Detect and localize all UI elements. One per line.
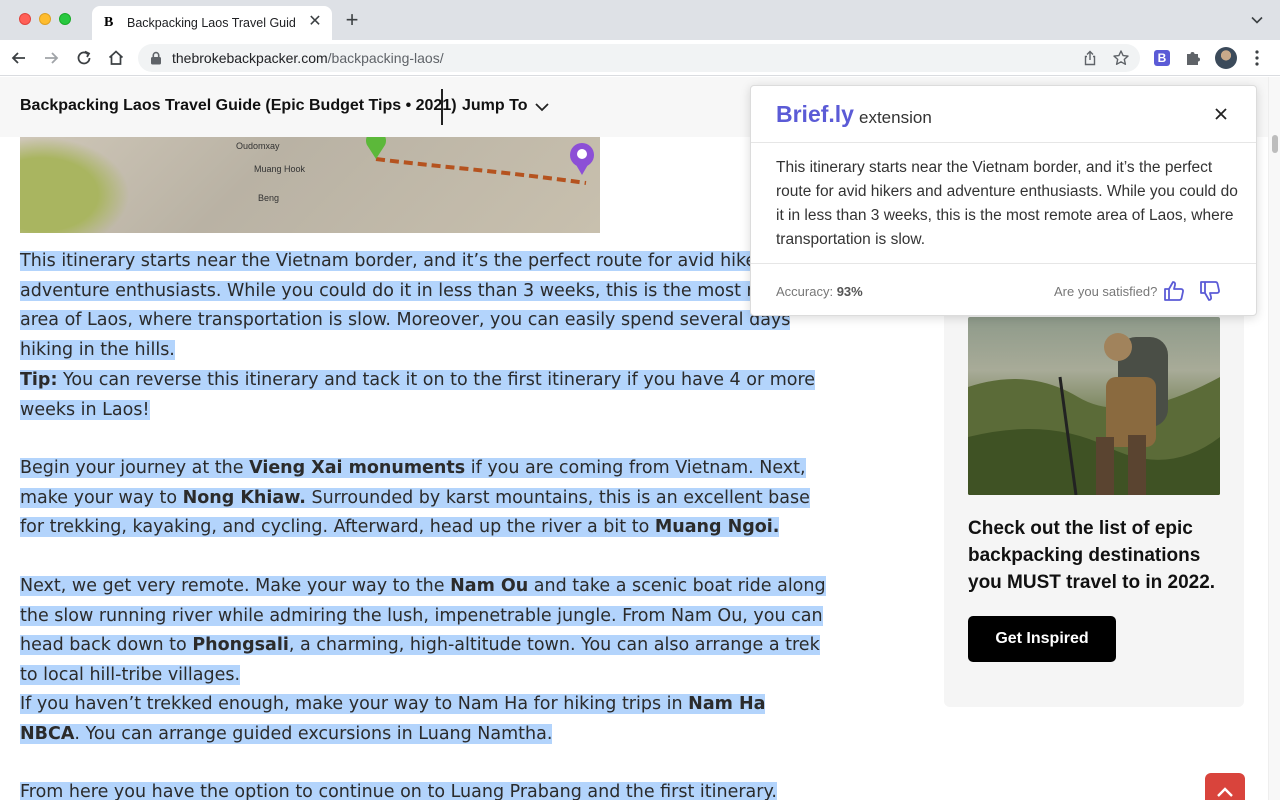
itinerary-map-image: Oudomxay Muang Hook Beng bbox=[20, 137, 600, 233]
briefly-summary-popup: Brief.ly extension This itinerary starts… bbox=[750, 85, 1257, 316]
briefly-logo: Brief.ly bbox=[776, 101, 854, 127]
satisfaction-prompt: Are you satisfied? bbox=[1054, 284, 1158, 299]
accuracy-value: 93% bbox=[836, 284, 863, 299]
popup-divider bbox=[751, 263, 1256, 264]
chevron-up-icon bbox=[1217, 787, 1233, 797]
window-zoom-button[interactable] bbox=[59, 13, 71, 25]
hiker-photo bbox=[968, 317, 1220, 495]
accuracy-label: Accuracy: bbox=[776, 284, 834, 299]
promo-heading: Check out the list of epic backpacking d… bbox=[968, 518, 1216, 593]
browser-toolbar: thebrokebackpacker.com/backpacking-laos/… bbox=[0, 40, 1280, 76]
summary-text: This itinerary starts near the Vietnam b… bbox=[776, 159, 1238, 248]
paragraph-tip: Tip: You can reverse this itinerary and … bbox=[20, 370, 816, 420]
url-host: thebrokebackpacker.com bbox=[172, 50, 328, 66]
url-path: /backpacking-laos/ bbox=[327, 50, 444, 66]
popup-subtitle: extension bbox=[859, 108, 932, 127]
reload-icon[interactable] bbox=[74, 48, 94, 68]
header-divider bbox=[441, 89, 443, 125]
tab-title: Backpacking Laos Travel Guide bbox=[127, 16, 295, 30]
chevron-down-icon[interactable] bbox=[534, 101, 550, 113]
site-favicon-icon: B bbox=[104, 15, 114, 30]
route-line-icon bbox=[366, 137, 594, 185]
accuracy-readout: Accuracy: 93% bbox=[776, 284, 863, 299]
tab-close-icon[interactable]: ✕ bbox=[306, 13, 324, 31]
thumbs-down-icon[interactable] bbox=[1198, 279, 1222, 303]
browser-menu-icon[interactable] bbox=[1252, 49, 1262, 67]
popup-divider bbox=[751, 142, 1256, 143]
address-bar[interactable]: thebrokebackpacker.com/backpacking-laos/ bbox=[138, 44, 1140, 72]
tab-search-chevron-icon[interactable] bbox=[1250, 13, 1264, 27]
share-icon[interactable] bbox=[1082, 50, 1098, 66]
extensions-puzzle-icon[interactable] bbox=[1184, 49, 1202, 67]
bookmark-star-icon[interactable] bbox=[1112, 49, 1130, 67]
window-close-button[interactable] bbox=[19, 13, 31, 25]
scrollbar-thumb[interactable] bbox=[1272, 135, 1278, 153]
home-icon[interactable] bbox=[106, 48, 126, 68]
get-inspired-button[interactable]: Get Inspired bbox=[968, 616, 1116, 662]
paragraph-intro: This itinerary starts near the Vietnam b… bbox=[20, 251, 812, 360]
profile-avatar[interactable] bbox=[1215, 47, 1237, 69]
new-tab-icon[interactable]: + bbox=[342, 9, 362, 31]
lock-icon[interactable] bbox=[150, 51, 162, 65]
paragraph-nam-ha: If you haven’t trekked enough, make your… bbox=[20, 694, 766, 744]
sidebar-promo-card: Check out the list of epic backpacking d… bbox=[944, 277, 1244, 707]
article-title: Backpacking Laos Travel Guide (Epic Budg… bbox=[20, 97, 457, 114]
url-text[interactable]: thebrokebackpacker.com/backpacking-laos/ bbox=[172, 50, 444, 66]
paragraph-remote: Next, we get very remote. Make your way … bbox=[20, 576, 826, 685]
forward-arrow-icon[interactable] bbox=[41, 48, 61, 68]
back-arrow-icon[interactable] bbox=[9, 48, 29, 68]
scroll-to-top-button[interactable] bbox=[1205, 773, 1245, 800]
page-scrollbar[interactable] bbox=[1268, 77, 1280, 800]
paragraph-journey: Begin your journey at the Vieng Xai monu… bbox=[20, 458, 810, 537]
thumbs-up-icon[interactable] bbox=[1162, 279, 1186, 303]
paragraph-continue: From here you have the option to continu… bbox=[20, 782, 777, 800]
jump-to-menu[interactable]: Jump To bbox=[462, 97, 527, 115]
briefly-extension-icon[interactable]: B bbox=[1154, 50, 1170, 66]
window-minimize-button[interactable] bbox=[39, 13, 51, 25]
close-icon[interactable] bbox=[1213, 106, 1229, 122]
tab-strip: B Backpacking Laos Travel Guide ✕ + bbox=[0, 0, 1280, 40]
browser-tab-active[interactable]: B Backpacking Laos Travel Guide ✕ bbox=[92, 6, 332, 40]
